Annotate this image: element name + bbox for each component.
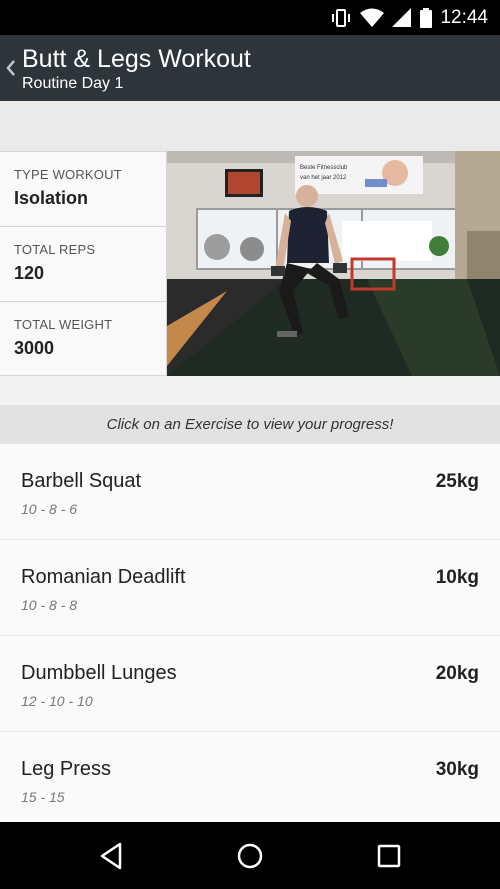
exercise-item-dumbbell-lunges[interactable]: Dumbbell Lunges 12 - 10 - 10 20kg [0, 636, 500, 732]
stat-value: Isolation [14, 188, 89, 208]
page-subtitle: Routine Day 1 [22, 75, 124, 92]
exercise-reps: 12 - 10 - 10 [21, 693, 93, 709]
battery-icon [420, 8, 433, 28]
status-time: 12:44 [440, 7, 488, 28]
exercise-reps: 10 - 8 - 6 [21, 501, 78, 517]
workout-photo: Beste Fitnessclub van het jaar 2012 [167, 151, 500, 376]
home-circle-icon[interactable] [233, 839, 267, 873]
gym-scene-image: Beste Fitnessclub van het jaar 2012 [167, 151, 500, 376]
status-bar: 12:44 [0, 0, 500, 35]
signal-icon [392, 8, 412, 27]
stat-label: TOTAL REPS [14, 242, 96, 257]
stat-label: TYPE WORKOUT [14, 167, 122, 182]
stat-value: 120 [14, 263, 45, 283]
exercise-name: Romanian Deadlift [21, 566, 186, 588]
banner-text-2: van het jaar 2012 [300, 175, 347, 181]
recents-square-icon[interactable] [372, 839, 406, 873]
exercise-weight: 25kg [435, 471, 479, 492]
exercise-weight: 10kg [435, 567, 479, 588]
exercise-item-romanian-deadlift[interactable]: Romanian Deadlift 10 - 8 - 8 10kg [0, 540, 500, 636]
exercise-reps: 15 - 15 [21, 789, 65, 805]
status-icons: 12:44 [330, 7, 488, 29]
stat-type-workout: TYPE WORKOUT Isolation [0, 152, 166, 227]
exercise-item-barbell-squat[interactable]: Barbell Squat 10 - 8 - 6 25kg [0, 444, 500, 540]
exercise-name: Dumbbell Lunges [21, 662, 177, 684]
exercise-list: Barbell Squat 10 - 8 - 6 25kg Romanian D… [0, 444, 500, 822]
exercise-item-leg-press[interactable]: Leg Press 15 - 15 30kg [0, 732, 500, 822]
stat-label: TOTAL WEIGHT [14, 317, 113, 332]
app-bar: Butt & Legs Workout Routine Day 1 [0, 35, 500, 101]
back-triangle-icon[interactable] [94, 839, 128, 873]
exercise-weight: 20kg [435, 663, 479, 684]
chevron-left-icon[interactable] [4, 54, 18, 82]
banner-text-1: Beste Fitnessclub [300, 165, 348, 171]
exercise-weight: 30kg [435, 759, 479, 780]
header-spacer [0, 101, 500, 151]
wifi-icon [360, 8, 385, 27]
stat-value: 3000 [14, 338, 55, 358]
stat-total-reps: TOTAL REPS 120 [0, 227, 166, 302]
workout-stats: TYPE WORKOUT Isolation TOTAL REPS 120 TO… [0, 151, 167, 376]
vibrate-icon [332, 9, 351, 27]
exercise-name: Barbell Squat [21, 470, 142, 492]
exercise-name: Leg Press [21, 758, 112, 780]
progress-hint: Click on an Exercise to view your progre… [0, 405, 500, 444]
system-nav-bar [0, 822, 500, 889]
exercise-reps: 10 - 8 - 8 [21, 597, 78, 613]
stat-total-weight: TOTAL WEIGHT 3000 [0, 302, 166, 377]
page-title: Butt & Legs Workout [22, 45, 251, 73]
